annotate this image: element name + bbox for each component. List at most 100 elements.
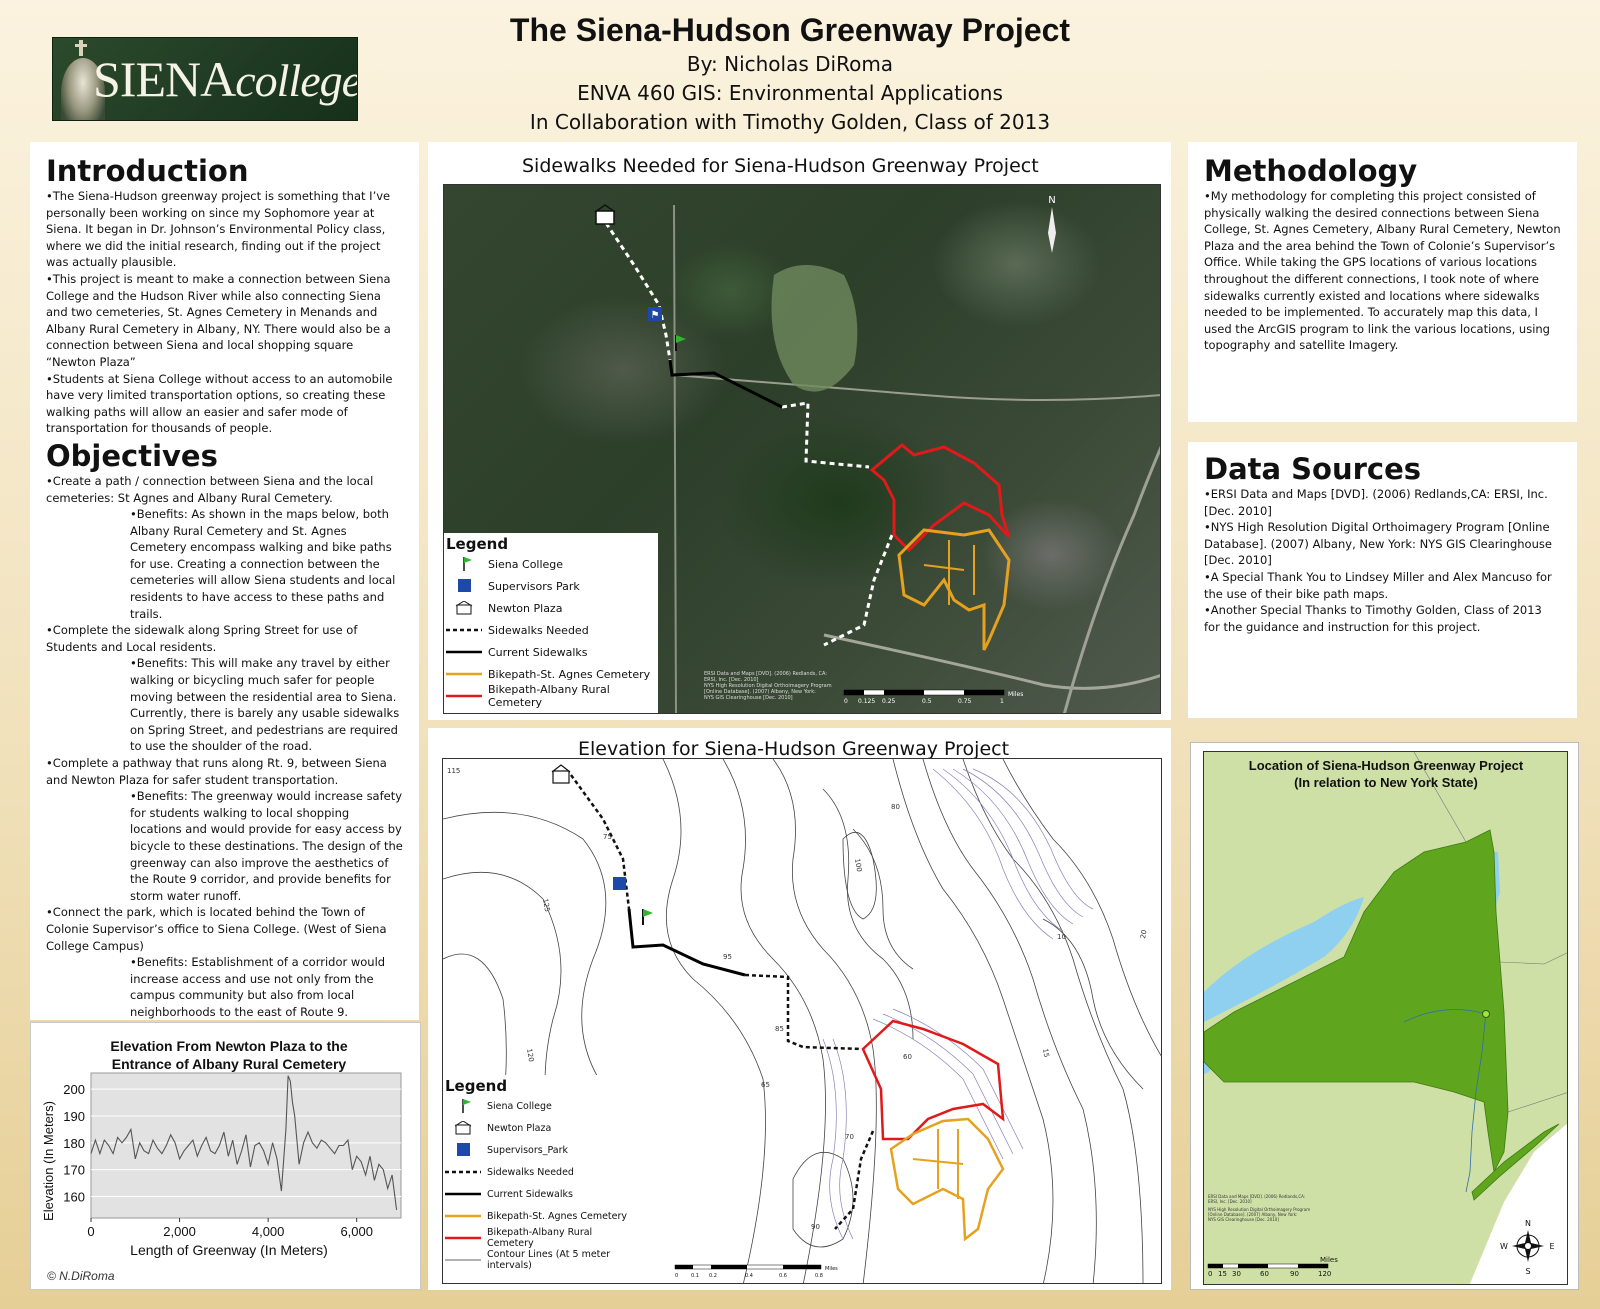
- project-location-marker: [1482, 1010, 1490, 1018]
- legend-item: Newton Plaza: [446, 597, 658, 619]
- sidewalks-needed-line: [781, 401, 870, 469]
- legend-label: Bikepath-Albany Rural Cemetery: [487, 1227, 593, 1249]
- park-icon: [445, 1143, 481, 1157]
- flag-icon: [445, 1099, 481, 1113]
- legend-label: Contour Lines (At 5 meter intervals): [487, 1249, 611, 1271]
- compass-label: E: [1549, 1242, 1554, 1251]
- legend-label: Sidewalks Needed: [488, 623, 589, 637]
- scale-tick: 0.1: [691, 1273, 699, 1279]
- ny-map-subtitle: (In relation to New York State): [1294, 775, 1478, 790]
- cross-icon: [75, 40, 87, 56]
- legend-label: Sidewalks Needed: [487, 1166, 574, 1178]
- newton-plaza-marker: [551, 764, 571, 784]
- objective-benefit: •Benefits: This will make any travel by …: [130, 656, 400, 754]
- objectives-list: •Create a path / connection between Sien…: [46, 473, 403, 1021]
- legend-label: Supervisors_Park: [487, 1144, 568, 1156]
- intro-objectives-panel: Introduction •The Siena-Hudson greenway …: [30, 142, 419, 1020]
- intro-paragraph: •The Siena-Hudson greenway project is so…: [46, 189, 391, 270]
- contour-label: 95: [723, 953, 732, 961]
- scale-unit: Miles: [825, 1266, 838, 1272]
- scale-tick: 0: [675, 1273, 678, 1279]
- home-icon: [445, 1120, 481, 1135]
- contour-label: 15: [1041, 1048, 1050, 1058]
- legend-title: Legend: [445, 1077, 508, 1095]
- elevation-chart: Elevation From Newton Plaza to the Entra…: [41, 1038, 402, 1283]
- legend-label: Bikepath-Albany Rural Cemetery: [488, 683, 610, 709]
- scale-tick: 120: [1318, 1270, 1331, 1278]
- north-label: N: [1048, 195, 1055, 206]
- sidewalks-map-panel: Sidewalks Needed for Siena-Hudson Greenw…: [428, 142, 1171, 720]
- intro-paragraph: •Students at Siena College without acces…: [46, 371, 393, 436]
- road: [1062, 445, 1160, 713]
- sidewalks-needed-line: [604, 222, 672, 361]
- sidewalks-needed-line: [834, 1130, 875, 1230]
- legend-item: Supervisors_Park: [445, 1139, 633, 1161]
- contour-label: 20: [1139, 929, 1148, 939]
- contour-map: 115 125 100 85 65 80 70 95 90 120 105 15…: [442, 758, 1162, 1284]
- x-axis-label: Length of Greenway (In Meters): [130, 1242, 328, 1258]
- siena-college-marker: [642, 909, 653, 925]
- dashed-line-icon: [445, 1165, 481, 1179]
- red-line-icon: [445, 1231, 481, 1245]
- logo-wordmark: SIENAcollege: [93, 51, 358, 107]
- legend-item: Current Sidewalks: [445, 1183, 633, 1205]
- golf-course: [771, 265, 858, 392]
- current-sidewalk-line: [627, 908, 746, 977]
- satellite-map: ⚑ N 0 0.125 0.25 0.5 0.75 1 Miles ERSI D…: [443, 184, 1161, 714]
- scale-tick: 0: [844, 698, 848, 705]
- contour-label: 85: [775, 1025, 784, 1033]
- legend-label: Siena College: [487, 1100, 552, 1112]
- contour-label: 10: [1057, 933, 1066, 941]
- orange-line-icon: [446, 667, 482, 681]
- y-axis-label: Elevation (In Meters): [41, 1101, 56, 1221]
- objective-benefit: •Benefits: The greenway would increase s…: [130, 789, 403, 903]
- legend-item: Bikepath-St. Agnes Cemetery: [445, 1205, 633, 1227]
- scale-tick: 30: [1232, 1270, 1241, 1278]
- scale-tick: 1: [1000, 698, 1004, 705]
- legend-item: Newton Plaza: [445, 1117, 633, 1139]
- collaboration-line: In Collaboration with Timothy Golden, Cl…: [529, 110, 1051, 134]
- objective-benefit: •Benefits: Establishment of a corridor w…: [130, 955, 386, 1019]
- objectives-heading: Objectives: [46, 438, 218, 473]
- bikepath-st-agnes-line: [889, 1117, 1005, 1242]
- chart-title: Entrance of Albany Rural Cemetery: [112, 1056, 347, 1072]
- contour-label: 115: [447, 767, 460, 775]
- chart-plot-area: 200 190 180 170 160 0 2,000 4,000 6,000: [63, 1072, 402, 1239]
- legend-item: Bikepath-Albany Rural Cemetery: [446, 683, 658, 709]
- methodology-heading: Methodology: [1204, 154, 1418, 188]
- north-arrow: N: [1048, 195, 1056, 253]
- flag-icon: [446, 557, 482, 571]
- x-tick-label: 0: [87, 1224, 94, 1239]
- legend-label: Supervisors Park: [488, 579, 580, 593]
- legend-label: Newton Plaza: [487, 1122, 552, 1134]
- legend-label: Siena College: [488, 557, 564, 571]
- legend-label: Bikepath-St. Agnes Cemetery: [487, 1210, 628, 1222]
- legend-item: Siena College: [445, 1095, 633, 1117]
- scale-tick: 90: [1290, 1270, 1299, 1278]
- intro-heading: Introduction: [46, 154, 249, 188]
- scale-tick: 0.8: [815, 1273, 823, 1279]
- sidewalks-needed-line: [823, 534, 894, 647]
- credit-line: NYS GIS Clearinghouse [Dec. 2010]: [1208, 1217, 1279, 1222]
- road: [673, 204, 677, 713]
- ny-location-map-panel: Location of Siena-Hudson Greenway Projec…: [1190, 742, 1579, 1290]
- poster-title: The Siena-Hudson Greenway Project: [509, 12, 1071, 48]
- y-tick-label: 180: [63, 1136, 85, 1151]
- credit-line: ERSI, Inc. [Dec. 2010]: [1208, 1199, 1252, 1204]
- legend-item: Contour Lines (At 5 meter intervals): [445, 1249, 633, 1271]
- map1-credit: ERSI Data and Maps [DVD]. (2006) Redland…: [704, 671, 832, 701]
- bikepath-albany-line: [861, 1019, 1005, 1141]
- legend-title: Legend: [446, 535, 509, 553]
- road: [823, 633, 1160, 690]
- source-item: •ERSI Data and Maps [DVD]. (2006) Redlan…: [1204, 487, 1548, 518]
- map2-legend: Legend Siena College Newton Plaza Superv…: [443, 1075, 633, 1283]
- solid-line-icon: [445, 1187, 481, 1201]
- ny-map-svg: Location of Siena-Hudson Greenway Projec…: [1204, 752, 1567, 1284]
- contour-label: 60: [903, 1053, 912, 1061]
- scale-tick: 0.6: [779, 1273, 787, 1279]
- compass-label: W: [1500, 1242, 1508, 1251]
- scale-tick: 0.4: [745, 1273, 753, 1279]
- compass-label: S: [1525, 1267, 1530, 1276]
- orange-line-icon: [445, 1209, 481, 1223]
- byline: By: Nicholas DiRoma: [686, 52, 894, 76]
